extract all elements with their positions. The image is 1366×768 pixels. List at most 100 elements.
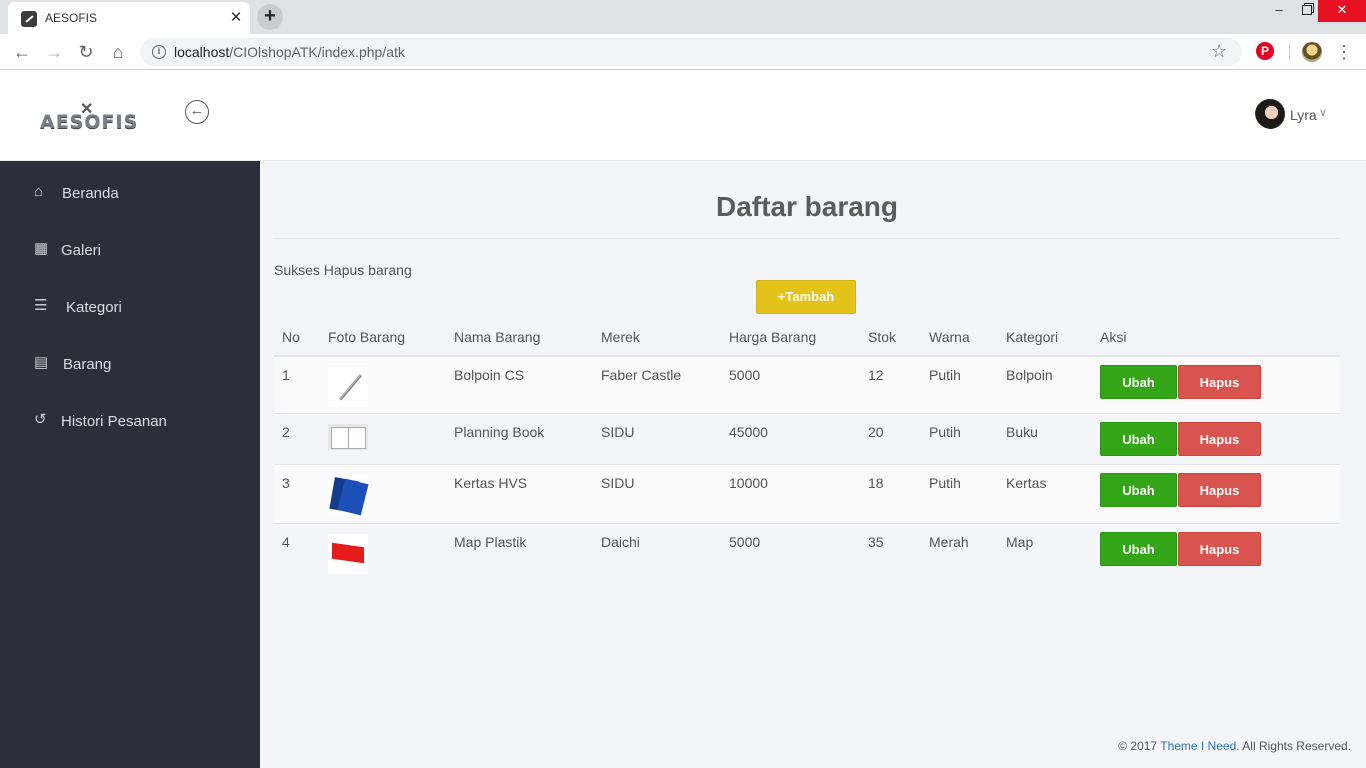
forward-arrow-icon[interactable]: → [40, 38, 68, 66]
column-header: Warna [921, 319, 998, 357]
table-row: 4 Map Plastik Daichi 5000 35 Merah Map U… [274, 523, 1340, 577]
sidebar: ⌂ Beranda ▦ Galeri ☰ Kategori ▤ Barang ↺… [0, 161, 260, 768]
sidebar-item-label: Histori Pesanan [61, 413, 167, 430]
cell-no: 2 [274, 413, 320, 465]
cell-brand: Daichi [601, 533, 640, 550]
pen-photo [328, 367, 368, 407]
close-tab-icon[interactable]: ✕ [226, 8, 246, 28]
edit-button[interactable]: Ubah [1100, 472, 1177, 507]
cell-stock: 12 [860, 356, 921, 414]
home-page-icon[interactable]: ⌂ [104, 38, 132, 66]
column-header: Nama Barang [446, 319, 593, 357]
items-table: No Foto Barang Nama Barang Merek Harga B… [274, 319, 1340, 577]
sidebar-item-label: Beranda [62, 185, 119, 202]
url-host: localhost [174, 44, 230, 60]
cell-photo [320, 464, 446, 524]
sidebar-item-label: Barang [63, 356, 112, 373]
cell-price: 5000 [729, 533, 761, 550]
sidebar-item-kategori[interactable]: ☰ Kategori [0, 285, 260, 329]
sidebar-item-barang[interactable]: ▤ Barang [0, 342, 260, 386]
cell-category: Buku [998, 413, 1092, 465]
cell-color: Putih [921, 356, 998, 414]
cell-name: Kertas HVS [446, 464, 593, 524]
cell-stock: 20 [860, 413, 921, 465]
folder-photo [328, 533, 368, 574]
logo-text: AESOFIS [40, 111, 139, 133]
user-name[interactable]: Lyra [1290, 107, 1317, 123]
column-header: Harga Barang [721, 319, 860, 357]
footer-theme-link[interactable]: Theme I Need [1160, 739, 1236, 753]
sidebar-item-galeri[interactable]: ▦ Galeri [0, 228, 260, 272]
reload-icon[interactable]: ↻ [72, 38, 100, 66]
cell-brand: SIDU [593, 464, 721, 524]
cell-photo [320, 523, 446, 577]
title-divider [274, 238, 1340, 239]
cell-category: Bolpoin [998, 356, 1092, 414]
page-title: Daftar barang [715, 191, 899, 222]
delete-button[interactable]: Hapus [1178, 472, 1261, 507]
footer-rights: . All Rights Reserved. [1236, 739, 1351, 753]
cell-name: Planning Book [446, 413, 593, 465]
table-row: 2 Planning Book SIDU 45000 20 Putih Buku… [274, 413, 1340, 465]
book-photo [328, 423, 368, 450]
cell-actions: Ubah Hapus [1092, 523, 1340, 577]
cell-name: Map Plastik [454, 533, 527, 550]
chevron-down-icon[interactable]: ∨ [1319, 106, 1327, 119]
cell-no: 3 [274, 464, 320, 524]
table-header-row: No Foto Barang Nama Barang Merek Harga B… [274, 319, 1340, 357]
sidebar-toggle-back-icon[interactable]: ← [185, 100, 209, 124]
column-header: Foto Barang [320, 319, 446, 357]
app-header: ✕ AESOFIS ← Lyra ∨ [0, 71, 1366, 161]
cell-color: Putih [921, 413, 998, 465]
browser-tab[interactable]: AESOFIS ✕ [8, 2, 250, 34]
cell-name: Bolpoin CS [446, 356, 593, 414]
delete-button[interactable]: Hapus [1178, 421, 1261, 456]
site-favicon-icon [21, 11, 37, 27]
back-arrow-icon[interactable]: ← [8, 38, 36, 66]
list-alt-icon: ▤ [34, 354, 49, 371]
sidebar-item-histori-pesanan[interactable]: ↺ Histori Pesanan [0, 399, 260, 443]
edit-button[interactable]: Ubah [1100, 365, 1177, 399]
cell-price: 45000 [721, 413, 860, 465]
browser-tabstrip: AESOFIS ✕ + – ✕ [0, 0, 1366, 34]
cell-color: Putih [921, 464, 998, 524]
footer-copyright: © 2017 [1118, 739, 1161, 753]
user-avatar[interactable] [1255, 99, 1285, 129]
cell-category: Kertas [998, 464, 1092, 524]
cell-stock: 35 [868, 533, 884, 550]
pinterest-extension-icon[interactable]: P [1256, 42, 1274, 60]
column-header: Stok [860, 319, 921, 357]
browser-toolbar: ← → ↻ ⌂ i localhost/CIOlshopATK/index.ph… [0, 34, 1366, 70]
address-bar[interactable]: i localhost/CIOlshopATK/index.php/atk ☆ [140, 38, 1242, 66]
content-panel: Daftar barang Sukses Hapus barang +Tamba… [274, 167, 1340, 697]
url-text[interactable]: localhost/CIOlshopATK/index.php/atk [174, 44, 405, 60]
cell-no: 4 [282, 533, 290, 550]
column-header: Kategori [998, 319, 1092, 357]
edit-button[interactable]: Ubah [1100, 421, 1177, 456]
browser-profile-avatar[interactable] [1302, 42, 1322, 62]
aesofis-logo[interactable]: ✕ AESOFIS [40, 99, 138, 133]
cell-category: Map [1006, 533, 1034, 550]
image-file-icon: ▦ [34, 240, 49, 257]
new-tab-button[interactable]: + [257, 4, 283, 30]
cell-photo [320, 356, 446, 414]
sidebar-item-beranda[interactable]: ⌂ Beranda [0, 171, 260, 215]
cell-photo [320, 413, 446, 465]
main-content: Daftar barang Sukses Hapus barang +Tamba… [260, 161, 1366, 768]
paper-photo [328, 474, 368, 515]
sidebar-item-label: Kategori [66, 299, 122, 316]
table-row: 3 Kertas HVS SIDU 10000 18 Putih Kertas … [274, 464, 1340, 524]
edit-button[interactable]: Ubah [1100, 531, 1177, 566]
delete-button[interactable]: Hapus [1178, 365, 1261, 399]
table-row: 1 Bolpoin CS Faber Castle 5000 12 Putih … [274, 356, 1340, 414]
cell-stock: 18 [860, 464, 921, 524]
close-window-button[interactable]: ✕ [1318, 0, 1366, 22]
column-header: Aksi [1092, 319, 1340, 357]
add-item-button[interactable]: +Tambah [756, 280, 856, 314]
cell-color: Merah [929, 533, 969, 550]
site-info-icon[interactable]: i [152, 45, 166, 59]
browser-menu-icon[interactable]: ⋮ [1334, 38, 1354, 66]
bookmark-star-icon[interactable]: ☆ [1211, 41, 1227, 62]
delete-button[interactable]: Hapus [1178, 531, 1261, 566]
url-path: /CIOlshopATK/index.php/atk [229, 44, 405, 60]
